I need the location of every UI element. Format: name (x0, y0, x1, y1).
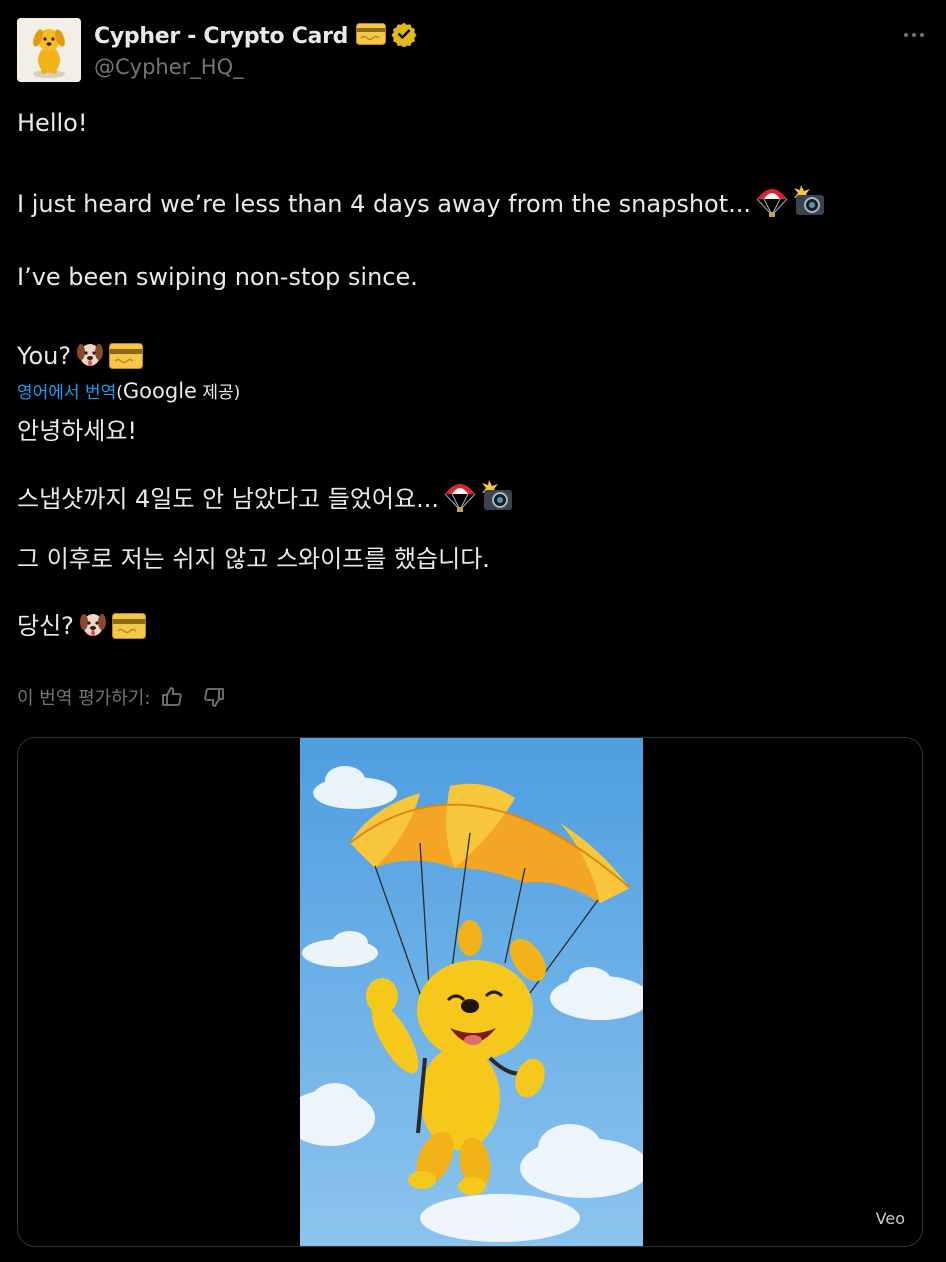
camera-flash-icon (481, 480, 515, 519)
avatar[interactable] (17, 18, 81, 82)
camera-flash-icon (793, 185, 827, 224)
translation-attribution: 영어에서 번역(Google 제공) (17, 378, 240, 406)
translation-line-3: 그 이후로 저는 쉬지 않고 스와이프를 했습니다. (17, 545, 490, 573)
rate-translation: 이 번역 평가하기: (17, 684, 226, 710)
name-row: Cypher - Crypto Card (94, 21, 417, 51)
media-card[interactable]: Veo (17, 737, 923, 1247)
parachute-icon (755, 185, 789, 224)
rate-translation-label: 이 번역 평가하기: (17, 688, 151, 709)
translation-line-2: 스냅샷까지 4일도 안 남았다고 들었어요... (17, 480, 515, 519)
credit-card-icon (111, 613, 146, 646)
provided-label: 제공) (196, 383, 241, 403)
handle[interactable]: @Cypher_HQ_ (94, 55, 244, 79)
translation-line-4: 당신? (17, 609, 146, 646)
credit-card-icon (356, 23, 387, 49)
tweet-line-3: I’ve been swiping non-stop since. (17, 263, 418, 291)
tweet-line-2-text: I just heard we’re less than 4 days away… (17, 190, 752, 218)
tweet-header: Cypher - Crypto Card @Cypher_HQ_ (17, 17, 929, 83)
tweet-line-4-text: You? (17, 342, 72, 370)
tweet-line-1: Hello! (17, 109, 88, 137)
thumbs-down-icon[interactable] (202, 685, 226, 709)
dog-face-icon (75, 339, 105, 376)
translated-from-link[interactable]: 영어에서 번역 (17, 383, 116, 403)
tweet-line-4: You? (17, 339, 144, 376)
translation-line-1: 안녕하세요! (17, 417, 138, 445)
tweet-line-2: I just heard we’re less than 4 days away… (17, 185, 827, 224)
parachuting-dog-video[interactable] (285, 738, 650, 1246)
dog-face-icon (78, 609, 108, 646)
more-options-icon[interactable] (899, 25, 929, 45)
display-name[interactable]: Cypher - Crypto Card (94, 24, 348, 49)
paren-open: ( (116, 383, 123, 403)
veo-badge: Veo (875, 1209, 905, 1228)
translation-line-2-text: 스냅샷까지 4일도 안 남았다고 들었어요... (17, 485, 439, 513)
verified-badge-icon[interactable] (391, 21, 417, 51)
parachute-icon (443, 480, 477, 519)
translation-line-4-text: 당신? (17, 612, 74, 640)
credit-card-icon (109, 343, 144, 376)
google-wordmark: Google (122, 379, 197, 403)
thumbs-up-icon[interactable] (160, 685, 184, 709)
